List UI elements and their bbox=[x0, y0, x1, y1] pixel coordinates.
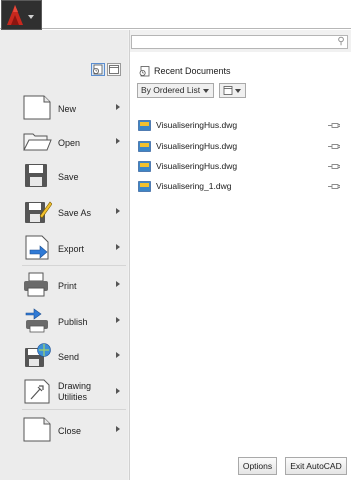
submenu-arrow-icon bbox=[116, 244, 120, 250]
recent-document-item[interactable]: VisualiseringHus.dwg bbox=[138, 119, 346, 133]
search-input[interactable] bbox=[131, 35, 348, 49]
open-documents-icon bbox=[109, 65, 119, 74]
document-name: Visualisering_1.dwg bbox=[156, 181, 232, 191]
exit-autocad-button[interactable]: Exit AutoCAD bbox=[285, 457, 347, 475]
recent-document-item[interactable]: Visualisering_1.dwg bbox=[138, 180, 346, 194]
order-by-dropdown[interactable]: By Ordered List bbox=[137, 83, 214, 98]
dwg-file-icon bbox=[138, 181, 151, 192]
dwg-file-icon bbox=[138, 141, 151, 152]
save-as-icon bbox=[25, 201, 52, 223]
submenu-arrow-icon bbox=[116, 426, 120, 432]
pin-icon[interactable] bbox=[328, 163, 340, 170]
menu-item-open[interactable]: Open bbox=[22, 128, 126, 160]
save-disk-icon bbox=[25, 164, 47, 187]
pin-icon[interactable] bbox=[328, 183, 340, 190]
title-strip bbox=[0, 0, 351, 30]
printer-icon bbox=[24, 272, 48, 297]
recent-documents-icon bbox=[139, 66, 150, 77]
menu-item-export[interactable]: Export bbox=[22, 234, 126, 266]
recent-documents-title: Recent Documents bbox=[154, 66, 231, 76]
pin-icon[interactable] bbox=[328, 122, 340, 129]
new-document-icon bbox=[23, 95, 51, 120]
document-name: VisualiseringHus.dwg bbox=[156, 161, 238, 171]
recent-document-item[interactable]: VisualiseringHus.dwg bbox=[138, 140, 346, 154]
menu-item-send[interactable]: Send bbox=[22, 342, 126, 374]
order-by-value: By Ordered List bbox=[141, 85, 201, 95]
menu-item-label-line-1: Drawing bbox=[58, 381, 92, 391]
menu-item-save-as[interactable]: Save As bbox=[22, 198, 126, 230]
chevron-down-icon bbox=[203, 89, 209, 93]
search-icon[interactable]: ⚲ bbox=[335, 36, 347, 48]
recent-documents-icon bbox=[93, 64, 103, 75]
menu-divider bbox=[22, 409, 126, 410]
icon-view-icon bbox=[223, 86, 233, 95]
submenu-arrow-icon bbox=[116, 352, 120, 358]
menu-divider bbox=[22, 265, 126, 266]
menu-item-label: Open bbox=[58, 138, 81, 148]
menu-item-label: Publish bbox=[58, 317, 88, 327]
document-name: VisualiseringHus.dwg bbox=[156, 141, 238, 151]
menu-item-publish[interactable]: Publish bbox=[22, 307, 126, 339]
recent-documents-pane bbox=[130, 52, 351, 480]
display-mode-dropdown[interactable] bbox=[219, 83, 246, 98]
publish-icon bbox=[25, 308, 48, 333]
submenu-arrow-icon bbox=[116, 388, 120, 394]
menu-item-label: Send bbox=[58, 352, 80, 362]
menu-item-save[interactable]: Save bbox=[22, 162, 126, 194]
menu-item-label: Save bbox=[58, 172, 79, 182]
application-menu-button[interactable] bbox=[1, 0, 42, 30]
menu-item-label-line-2: Utilities bbox=[58, 392, 88, 402]
submenu-arrow-icon bbox=[116, 317, 120, 323]
menu-item-drawing-utilities[interactable]: Drawing Utilities bbox=[22, 378, 126, 410]
close-document-icon bbox=[23, 417, 51, 442]
submenu-arrow-icon bbox=[116, 138, 120, 144]
title-strip-divider bbox=[0, 28, 351, 29]
open-folder-icon bbox=[23, 133, 52, 151]
recent-document-item[interactable]: VisualiseringHus.dwg bbox=[138, 160, 346, 174]
recent-documents-toggle[interactable] bbox=[91, 63, 105, 76]
menu-item-new[interactable]: New bbox=[22, 94, 126, 126]
open-documents-toggle[interactable] bbox=[107, 63, 121, 76]
autocad-logo-icon bbox=[7, 5, 34, 25]
menu-item-label: New bbox=[58, 104, 77, 114]
submenu-arrow-icon bbox=[116, 281, 120, 287]
menu-item-print[interactable]: Print bbox=[22, 271, 126, 303]
menu-item-label: Print bbox=[58, 281, 77, 291]
document-name: VisualiseringHus.dwg bbox=[156, 120, 238, 130]
submenu-arrow-icon bbox=[116, 104, 120, 110]
drawing-utilities-icon bbox=[24, 379, 50, 404]
export-icon bbox=[25, 235, 49, 260]
menu-item-label: Export bbox=[58, 244, 85, 254]
menu-item-close[interactable]: Close bbox=[22, 416, 126, 448]
pin-icon[interactable] bbox=[328, 143, 340, 150]
chevron-down-icon bbox=[235, 89, 241, 93]
send-icon bbox=[25, 343, 51, 367]
options-button[interactable]: Options bbox=[238, 457, 277, 475]
menu-item-label: Close bbox=[58, 426, 82, 436]
menu-item-label: Save As bbox=[58, 208, 92, 218]
dwg-file-icon bbox=[138, 120, 151, 131]
submenu-arrow-icon bbox=[116, 208, 120, 214]
dwg-file-icon bbox=[138, 161, 151, 172]
